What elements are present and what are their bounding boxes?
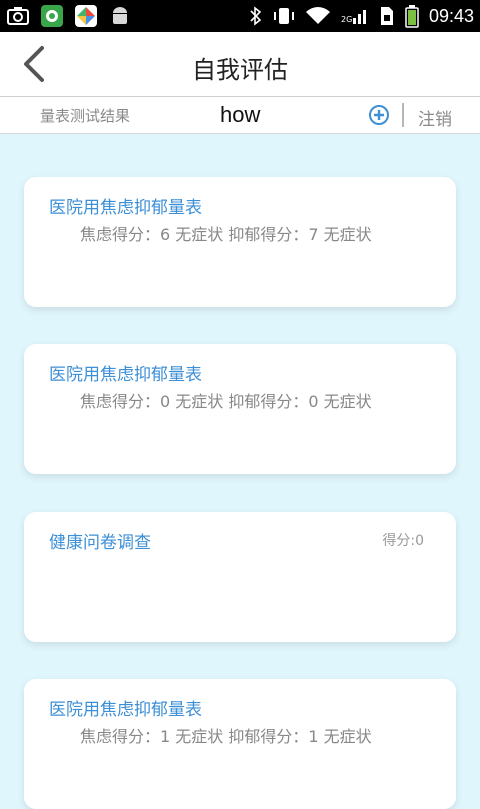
clock-time: 09:43 <box>428 5 474 26</box>
bluetooth-icon <box>250 6 262 26</box>
android-icon <box>113 7 127 24</box>
result-card[interactable]: 健康问卷调查 得分:0 <box>24 512 456 642</box>
page-title: 自我评估 <box>192 56 288 84</box>
card-title: 医院用焦虑抑郁量表 <box>49 365 202 385</box>
card-score: 焦虑得分：0 无症状 抑郁得分：0 无症状 <box>80 392 372 411</box>
result-card[interactable]: 医院用焦虑抑郁量表 焦虑得分：6 无症状 抑郁得分：7 无症状 <box>24 177 456 307</box>
result-card[interactable]: 医院用焦虑抑郁量表 焦虑得分：0 无症状 抑郁得分：0 无症状 <box>24 344 456 474</box>
card-score: 焦虑得分：1 无症状 抑郁得分：1 无症状 <box>80 727 372 746</box>
card-score: 焦虑得分：6 无症状 抑郁得分：7 无症状 <box>80 225 372 244</box>
status-bar: 2G 09:43 <box>0 0 480 32</box>
result-card[interactable]: 医院用焦虑抑郁量表 焦虑得分：1 无症状 抑郁得分：1 无症状 <box>24 679 456 809</box>
results-subheader: 量表测试结果 how 注销 <box>0 96 480 134</box>
vibrate-icon <box>273 8 294 24</box>
app-header: 自我评估 <box>0 32 480 96</box>
notification-icons <box>6 4 132 28</box>
results-label: 量表测试结果 <box>40 107 131 125</box>
network-2g-icon: 2G <box>341 10 366 24</box>
logout-button[interactable]: 注销 <box>418 105 452 130</box>
plus-circle-icon[interactable] <box>368 104 390 126</box>
username: how <box>220 102 261 127</box>
svg-text:2G: 2G <box>341 15 352 24</box>
system-icons: 2G 09:43 <box>249 0 474 32</box>
green-app-icon <box>41 5 63 27</box>
sim-icon <box>380 7 393 25</box>
card-title: 医院用焦虑抑郁量表 <box>49 198 202 218</box>
colorful-app-icon <box>75 5 97 27</box>
card-title: 健康问卷调查 <box>49 533 151 553</box>
battery-icon <box>405 5 419 28</box>
divider <box>402 103 404 127</box>
camera-icon <box>7 7 29 25</box>
card-score-right: 得分:0 <box>382 533 424 549</box>
card-title: 医院用焦虑抑郁量表 <box>49 700 202 720</box>
wifi-icon <box>305 7 330 24</box>
